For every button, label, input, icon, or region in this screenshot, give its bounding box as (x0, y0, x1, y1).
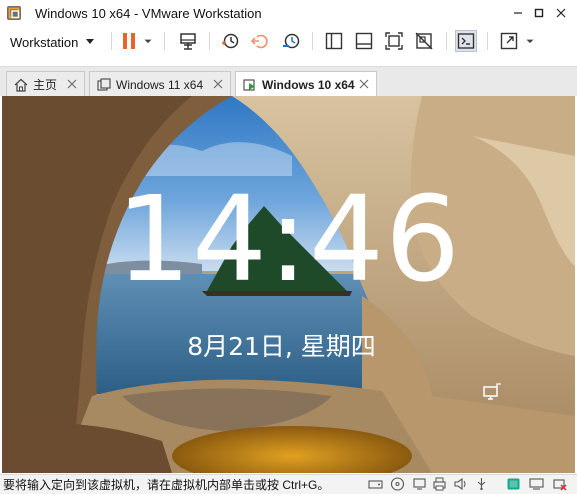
snapshot-revert-icon (251, 34, 268, 49)
send-ctrl-alt-del-button[interactable] (177, 30, 199, 52)
display-icon[interactable] (529, 477, 544, 491)
status-bar: 要将输入定向到该虚拟机，请在虚拟机内部单击或按 Ctrl+G。 (0, 474, 577, 494)
usb-icon[interactable] (474, 477, 489, 491)
chevron-down-icon (144, 39, 152, 44)
unity-button[interactable] (413, 30, 435, 52)
vmware-app-icon (7, 6, 21, 20)
window-title: Windows 10 x64 - VMware Workstation (35, 5, 262, 21)
lockscreen-clock: 14:46 (115, 170, 462, 308)
toolbar-separator (487, 32, 488, 50)
show-library-icon (325, 32, 343, 50)
close-icon[interactable] (212, 78, 224, 90)
close-icon[interactable] (358, 78, 370, 90)
pause-button[interactable] (118, 30, 140, 52)
lockscreen-date: 8月21日, 星期四 (187, 332, 376, 361)
vm-display[interactable]: 14:46 8月21日, 星期四 (2, 96, 575, 473)
tab-label: Windows 10 x64 (262, 78, 355, 92)
tab-windows-10[interactable]: Windows 10 x64 (235, 71, 377, 98)
hard-disk-icon[interactable] (368, 477, 383, 491)
toolbar-separator (446, 32, 447, 50)
network-icon[interactable] (482, 383, 502, 403)
workstation-menu-label: Workstation (10, 34, 79, 50)
stretch-view-dropdown[interactable] (523, 30, 537, 52)
tab-bar: 主页 Windows 11 x64 Windows 10 x64 (0, 66, 577, 98)
snapshot-manager-button[interactable] (280, 30, 302, 52)
maximize-icon (534, 8, 544, 18)
close-icon (556, 8, 566, 18)
workstation-menu[interactable]: Workstation (10, 34, 95, 50)
sound-icon[interactable] (453, 477, 468, 491)
toolbar-separator (111, 32, 112, 50)
printer-icon[interactable] (432, 477, 447, 491)
power-dropdown[interactable] (141, 30, 155, 52)
minimize-icon (514, 12, 522, 14)
chevron-down-icon (86, 39, 95, 44)
vm-icon (97, 77, 111, 91)
console-view-button[interactable] (455, 30, 477, 52)
snapshot-manager-icon (283, 33, 300, 49)
tab-label: 主页 (33, 78, 58, 92)
send-ctrl-alt-del-icon (180, 33, 196, 50)
cd-icon[interactable] (390, 477, 405, 491)
stretch-view-button[interactable] (498, 30, 520, 52)
status-message: 要将输入定向到该虚拟机，请在虚拟机内部单击或按 Ctrl+G。 (3, 478, 330, 492)
take-snapshot-button[interactable] (219, 30, 241, 52)
tab-home[interactable]: 主页 (6, 71, 85, 97)
tab-windows-11[interactable]: Windows 11 x64 (89, 71, 231, 97)
message-icon[interactable] (506, 477, 521, 491)
pause-icon (123, 33, 135, 49)
vm-running-icon (243, 79, 255, 91)
show-thumbnail-bar-button[interactable] (353, 30, 375, 52)
full-screen-button[interactable] (383, 30, 405, 52)
unity-icon (415, 32, 433, 50)
snapshot-take-icon (222, 33, 239, 49)
home-icon (14, 78, 28, 92)
close-icon[interactable] (66, 78, 78, 90)
stretch-view-icon (500, 32, 518, 50)
toolbar-separator (209, 32, 210, 50)
show-library-button[interactable] (323, 30, 345, 52)
title-bar: Windows 10 x64 - VMware Workstation (0, 0, 577, 26)
network-adapter-icon[interactable] (412, 477, 427, 491)
close-button[interactable] (547, 0, 575, 26)
toolbar-separator (164, 32, 165, 50)
usb-disconnected-icon[interactable] (552, 477, 567, 491)
tab-label: Windows 11 x64 (116, 77, 204, 92)
chevron-down-icon (526, 39, 534, 44)
console-view-icon (457, 33, 475, 49)
full-screen-icon (385, 32, 403, 50)
show-thumbnail-bar-icon (355, 32, 373, 50)
revert-snapshot-button[interactable] (250, 30, 272, 52)
toolbar-separator (312, 32, 313, 50)
